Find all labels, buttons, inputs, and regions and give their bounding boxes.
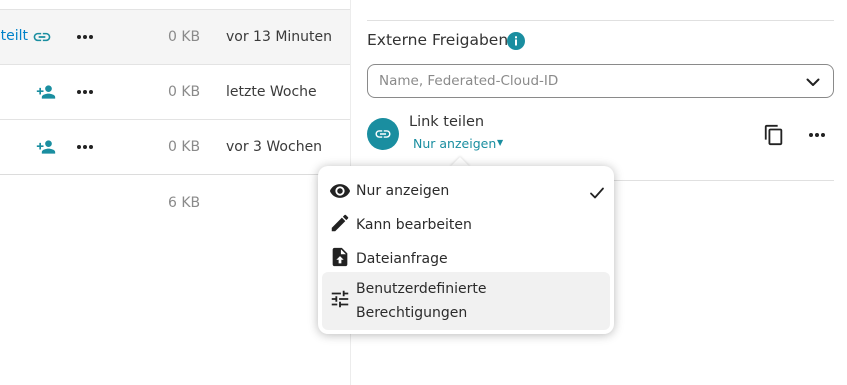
file-modified: letzte Woche (226, 84, 317, 100)
row-actions-menu-icon[interactable] (74, 137, 96, 157)
chevron-down-icon[interactable] (805, 74, 821, 90)
add-user-icon[interactable] (36, 82, 56, 102)
permission-dropdown[interactable]: Nur anzeigen (413, 136, 496, 151)
link-share-title: Link teilen (409, 114, 485, 130)
copy-link-icon[interactable] (763, 124, 785, 146)
menu-item-can-edit[interactable]: Kann bearbeiten (322, 206, 610, 240)
file-modified: vor 3 Wochen (226, 139, 323, 155)
info-icon[interactable] (507, 32, 525, 50)
menu-item-label: Nur anzeigen (356, 183, 450, 199)
menu-item-label: Kann bearbeiten (356, 217, 472, 233)
federated-share-search[interactable] (367, 64, 834, 98)
add-user-icon[interactable] (36, 137, 56, 157)
file-upload-icon (329, 246, 351, 268)
link-icon[interactable] (32, 27, 52, 47)
pencil-icon (329, 212, 351, 234)
eye-icon (329, 180, 351, 202)
menu-item-label: Dateianfrage (356, 251, 448, 267)
menu-item-label: Benutzerdefinierte Berechtigungen (356, 281, 487, 321)
file-list-top-spacer (0, 0, 350, 9)
shared-status-label[interactable]: eteilt (0, 28, 28, 44)
file-size: 0 KB (168, 29, 201, 45)
menu-item-view-only[interactable]: Nur anzeigen (322, 172, 610, 206)
link-share-actions-icon[interactable] (806, 124, 828, 146)
file-size: 0 KB (168, 139, 201, 155)
row-actions-menu-icon[interactable] (74, 27, 96, 47)
tune-icon (329, 288, 351, 310)
file-modified: vor 13 Minuten (226, 29, 333, 45)
caret-down-icon[interactable]: ▼ (497, 138, 503, 147)
total-size: 6 KB (168, 195, 201, 211)
menu-item-file-request[interactable]: Dateianfrage (322, 240, 610, 274)
file-list-summary: 6 KB (0, 174, 350, 230)
search-input[interactable] (379, 65, 789, 97)
link-share-avatar (367, 118, 399, 150)
link-icon (375, 130, 391, 138)
file-row[interactable]: 0 KB letzte Woche (0, 64, 350, 119)
file-list: eteilt 0 KB vor 13 Minuten 0 KB letzte W… (0, 0, 350, 385)
divider (367, 20, 834, 21)
row-actions-menu-icon[interactable] (74, 82, 96, 102)
file-row[interactable]: eteilt 0 KB vor 13 Minuten (0, 9, 350, 64)
file-row[interactable]: 0 KB vor 3 Wochen (0, 119, 350, 174)
menu-item-custom-permissions[interactable]: Benutzerdefinierte Berechtigungen (322, 272, 610, 330)
external-shares-title: Externe Freigaben (367, 31, 509, 49)
file-size: 0 KB (168, 84, 201, 100)
permission-menu: Nur anzeigen Kann bearbeiten Dateianfrag… (318, 166, 614, 334)
checkmark-icon (588, 184, 606, 202)
